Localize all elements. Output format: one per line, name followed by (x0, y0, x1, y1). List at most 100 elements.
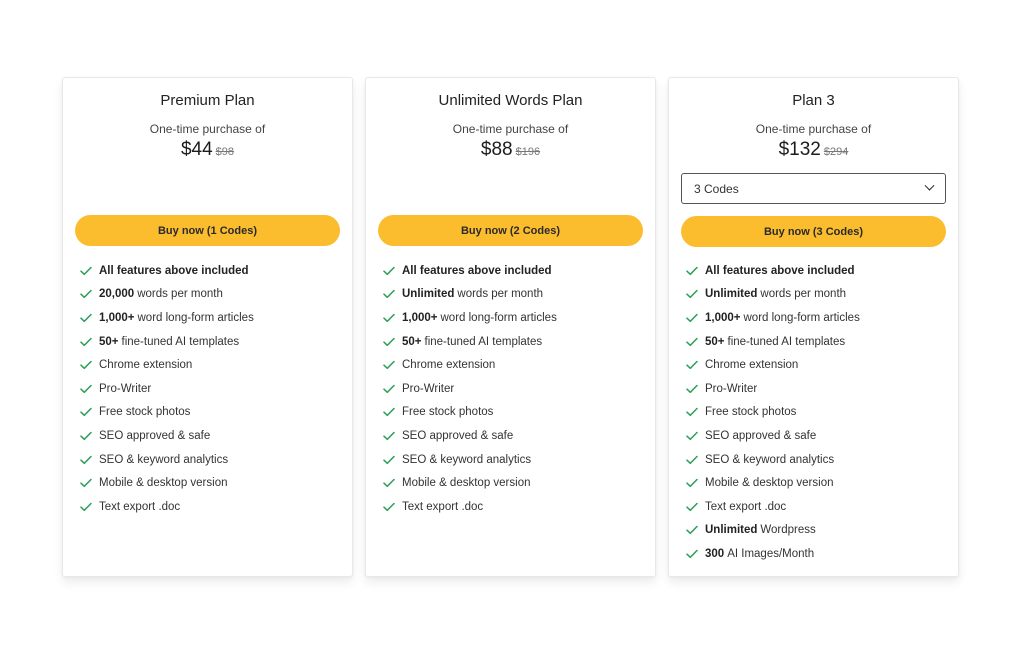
feature-highlight: 300 (705, 547, 725, 560)
feature-list: All features above included Unlimited word… (686, 259, 948, 566)
check-icon (686, 431, 698, 441)
feature-list: All features above included 20,000 words p… (80, 259, 342, 519)
feature-item: SEO approved & safe (80, 424, 342, 448)
check-icon (383, 408, 395, 417)
feature-item: 50+ fine-tuned AI templates (80, 330, 342, 354)
check-icon (686, 526, 698, 535)
original-price: $98 (215, 146, 235, 158)
feature-item: Mobile & desktop version (80, 471, 342, 495)
feature-text: fine-tuned AI templates (727, 335, 846, 348)
feature-text: word long-form articles (137, 311, 254, 324)
current-price: $132 (778, 139, 821, 160)
feature-text: SEO & keyword analytics (402, 453, 532, 466)
plan-subtitle: One-time purchase of (755, 122, 872, 136)
feature-highlight: All features above included (99, 264, 249, 277)
feature-text: SEO & keyword analytics (705, 453, 835, 466)
feature-item: All features above included (686, 259, 948, 283)
check-icon (80, 408, 92, 417)
feature-item: Pro-Writer (686, 377, 948, 401)
plan-price: $44 $98 (63, 139, 352, 161)
check-icon (383, 290, 395, 299)
feature-highlight: 1,000+ (402, 311, 438, 324)
buy-now-button[interactable]: Buy now (1 Codes) (75, 215, 340, 246)
feature-item: Free stock photos (686, 401, 948, 425)
current-price: $44 (180, 139, 213, 160)
chevron-down-icon (924, 180, 935, 191)
feature-item: All features above included (383, 259, 645, 283)
check-icon (686, 408, 698, 417)
plan-price: $88 $196 (366, 139, 655, 161)
feature-text: Free stock photos (402, 406, 494, 419)
feature-text: fine-tuned AI templates (424, 335, 543, 348)
feature-text: words per month (137, 288, 223, 301)
feature-item: SEO approved & safe (686, 424, 948, 448)
buy-now-button[interactable]: Buy now (2 Codes) (378, 215, 643, 246)
feature-item: Chrome extension (80, 353, 342, 377)
check-icon (686, 549, 698, 558)
check-icon (686, 455, 698, 464)
feature-text: Mobile & desktop version (705, 477, 834, 490)
feature-item: Chrome extension (686, 353, 948, 377)
check-icon (383, 313, 395, 323)
check-icon (80, 455, 92, 464)
feature-text: words per month (457, 288, 544, 301)
check-icon (686, 360, 698, 370)
check-icon (383, 360, 395, 370)
feature-highlight: 1,000+ (99, 311, 135, 324)
feature-item: Mobile & desktop version (383, 471, 645, 495)
feature-item: 1,000+ word long-form articles (686, 306, 948, 330)
check-icon (80, 313, 92, 323)
check-icon (80, 337, 92, 346)
check-icon (686, 290, 698, 299)
check-icon (80, 431, 92, 441)
plan-subtitle: One-time purchase of (149, 122, 266, 136)
check-icon (80, 502, 92, 511)
check-icon (80, 290, 92, 299)
check-icon (383, 455, 395, 464)
feature-item: Unlimited words per month (383, 283, 645, 307)
feature-highlight: All features above included (705, 264, 855, 277)
feature-text: Chrome extension (99, 359, 193, 372)
feature-item: Unlimited words per month (686, 283, 948, 307)
feature-item: Pro-Writer (383, 377, 645, 401)
feature-text: Wordpress (760, 524, 816, 537)
feature-item: Text export .doc (383, 495, 645, 519)
feature-text: SEO approved & safe (99, 429, 211, 442)
feature-text: words per month (760, 288, 847, 301)
feature-text: Free stock photos (705, 406, 797, 419)
check-icon (686, 313, 698, 323)
plan-card-unlimited-words: Unlimited Words Plan One-time purchase o… (365, 77, 656, 577)
feature-highlight: 50+ (99, 335, 119, 348)
feature-text: Mobile & desktop version (402, 477, 531, 490)
feature-text: word long-form articles (743, 311, 860, 324)
feature-highlight: 50+ (705, 335, 725, 348)
check-icon (80, 360, 92, 370)
feature-text: Text export .doc (99, 500, 181, 513)
feature-item: SEO & keyword analytics (383, 448, 645, 472)
check-icon (383, 478, 395, 488)
feature-item: Text export .doc (686, 495, 948, 519)
feature-text: SEO approved & safe (402, 429, 514, 442)
buy-now-button[interactable]: Buy now (3 Codes) (681, 216, 946, 247)
feature-text: SEO & keyword analytics (99, 453, 229, 466)
feature-item: SEO & keyword analytics (686, 448, 948, 472)
feature-text: Text export .doc (705, 500, 787, 513)
check-icon (383, 266, 395, 275)
feature-highlight: 50+ (402, 335, 422, 348)
feature-text: Text export .doc (402, 500, 484, 513)
check-icon (686, 502, 698, 511)
feature-highlight: All features above included (402, 264, 552, 277)
plan-subtitle: One-time purchase of (452, 122, 569, 136)
feature-list: All features above included Unlimited word… (383, 259, 645, 519)
feature-highlight: Unlimited (705, 524, 758, 537)
check-icon (686, 478, 698, 488)
codes-select[interactable]: 3 Codes (681, 173, 946, 204)
feature-item: 1,000+ word long-form articles (383, 306, 645, 330)
feature-item: 300 AI Images/Month (686, 542, 948, 566)
feature-item: All features above included (80, 259, 342, 283)
feature-text: AI Images/Month (727, 547, 815, 560)
feature-item: Mobile & desktop version (686, 471, 948, 495)
check-icon (383, 384, 395, 393)
feature-highlight: 1,000+ (705, 311, 741, 324)
check-icon (383, 431, 395, 441)
